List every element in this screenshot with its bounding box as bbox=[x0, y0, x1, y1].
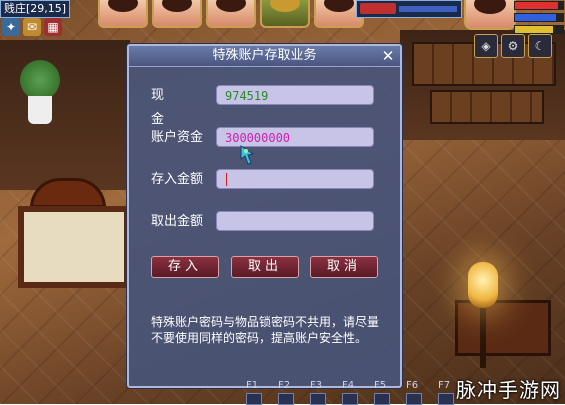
hotkey-label: F3 bbox=[310, 380, 323, 391]
hud-icon-row: ✦ ✉ ▦ bbox=[2, 18, 62, 36]
hotkey-slot[interactable]: F7 bbox=[438, 381, 454, 405]
hotkey-slot[interactable]: F2 bbox=[278, 381, 294, 405]
deposit-input[interactable] bbox=[216, 169, 374, 189]
compass-icon[interactable]: ✦ bbox=[2, 18, 20, 36]
team-member-portrait[interactable] bbox=[206, 0, 256, 28]
left-wall bbox=[0, 40, 130, 190]
hotkey-slot[interactable]: F3 bbox=[310, 381, 326, 405]
top-hud: 贱庄[29,15] ✦ ✉ ▦ ◈ ⚙ ☾ bbox=[0, 0, 565, 58]
watermark: 脉冲手游网 bbox=[456, 378, 561, 402]
hotkey-icon bbox=[438, 393, 454, 405]
folding-screen bbox=[18, 206, 130, 288]
sp-bar bbox=[514, 25, 564, 34]
hotkey-icon bbox=[374, 393, 390, 405]
team-member-portrait[interactable] bbox=[152, 0, 202, 28]
pet-status-bar bbox=[399, 6, 457, 12]
hotkey-label: F1 bbox=[246, 380, 259, 391]
hotkey-icon bbox=[278, 393, 294, 405]
team-member-portrait[interactable] bbox=[260, 0, 310, 28]
close-icon[interactable]: ✕ bbox=[380, 46, 396, 66]
deposit-button[interactable]: 存入 bbox=[151, 256, 219, 278]
table bbox=[455, 300, 551, 356]
account-label: 账户资金 bbox=[151, 130, 204, 145]
withdraw-label: 取出金额 bbox=[151, 214, 204, 229]
pet-hp-icon bbox=[360, 3, 396, 14]
system-icon[interactable]: ◈ bbox=[474, 34, 498, 58]
hotkey-icon bbox=[310, 393, 326, 405]
pet-status[interactable] bbox=[356, 0, 462, 18]
hotkey-slot[interactable]: F6 bbox=[406, 381, 422, 405]
hotkey-label: F4 bbox=[342, 380, 355, 391]
withdraw-button[interactable]: 取出 bbox=[231, 256, 299, 278]
plant-pot bbox=[28, 96, 52, 124]
hotkey-icon bbox=[342, 393, 358, 405]
map-coordinates[interactable]: 贱庄[29,15] bbox=[0, 0, 71, 18]
potted-plant bbox=[20, 60, 60, 100]
dialog-title: 特殊账户存取业务 bbox=[129, 46, 400, 67]
quick-buttons: ◈ ⚙ ☾ bbox=[474, 34, 552, 58]
shelf bbox=[430, 90, 544, 124]
withdraw-row: 取出金额 bbox=[129, 210, 400, 234]
cash-row: 现金 974519 bbox=[129, 84, 400, 127]
hotkey-label: F6 bbox=[406, 380, 419, 391]
lantern bbox=[468, 262, 498, 308]
team-portraits bbox=[98, 0, 364, 28]
hotkey-label: F2 bbox=[278, 380, 291, 391]
cancel-button[interactable]: 取消 bbox=[310, 256, 378, 278]
player-portrait[interactable] bbox=[464, 0, 516, 30]
cash-label: 现金 bbox=[151, 88, 187, 127]
mouse-cursor-icon bbox=[240, 145, 254, 165]
hotkey-label: F7 bbox=[438, 380, 451, 391]
deposit-label: 存入金额 bbox=[151, 172, 204, 187]
hotkey-bar: F1 F2 F3 F4 F5 F6 F7 bbox=[246, 381, 454, 405]
hotkey-slot[interactable]: F5 bbox=[374, 381, 390, 405]
account-row: 账户资金 300000000 bbox=[129, 126, 400, 150]
team-member-portrait[interactable] bbox=[98, 0, 148, 28]
player-stat-bars bbox=[514, 1, 564, 37]
lamp-pole bbox=[480, 308, 486, 368]
special-account-dialog: 特殊账户存取业务 ✕ 现金 974519 账户资金 300000000 存入金额… bbox=[127, 44, 402, 388]
hotkey-slot[interactable]: F1 bbox=[246, 381, 262, 405]
mp-bar bbox=[514, 13, 564, 22]
hotkey-icon bbox=[406, 393, 422, 405]
hp-bar bbox=[514, 1, 564, 10]
account-field: 300000000 bbox=[216, 127, 374, 147]
security-note: 特殊账户密码与物品锁密码不共用，请尽量不要使用同样的密码，提高账户安全性。 bbox=[151, 315, 380, 345]
settings-icon[interactable]: ⚙ bbox=[501, 34, 525, 58]
gift-icon[interactable]: ✉ bbox=[23, 18, 41, 36]
hotkey-icon bbox=[246, 393, 262, 405]
withdraw-input[interactable] bbox=[216, 211, 374, 231]
hotkey-slot[interactable]: F4 bbox=[342, 381, 358, 405]
hotkey-label: F5 bbox=[374, 380, 387, 391]
calendar-icon[interactable]: ▦ bbox=[44, 18, 62, 36]
deposit-row: 存入金额 bbox=[129, 168, 400, 192]
text-caret bbox=[226, 173, 227, 186]
moon-icon[interactable]: ☾ bbox=[528, 34, 552, 58]
cash-field: 974519 bbox=[216, 85, 374, 105]
